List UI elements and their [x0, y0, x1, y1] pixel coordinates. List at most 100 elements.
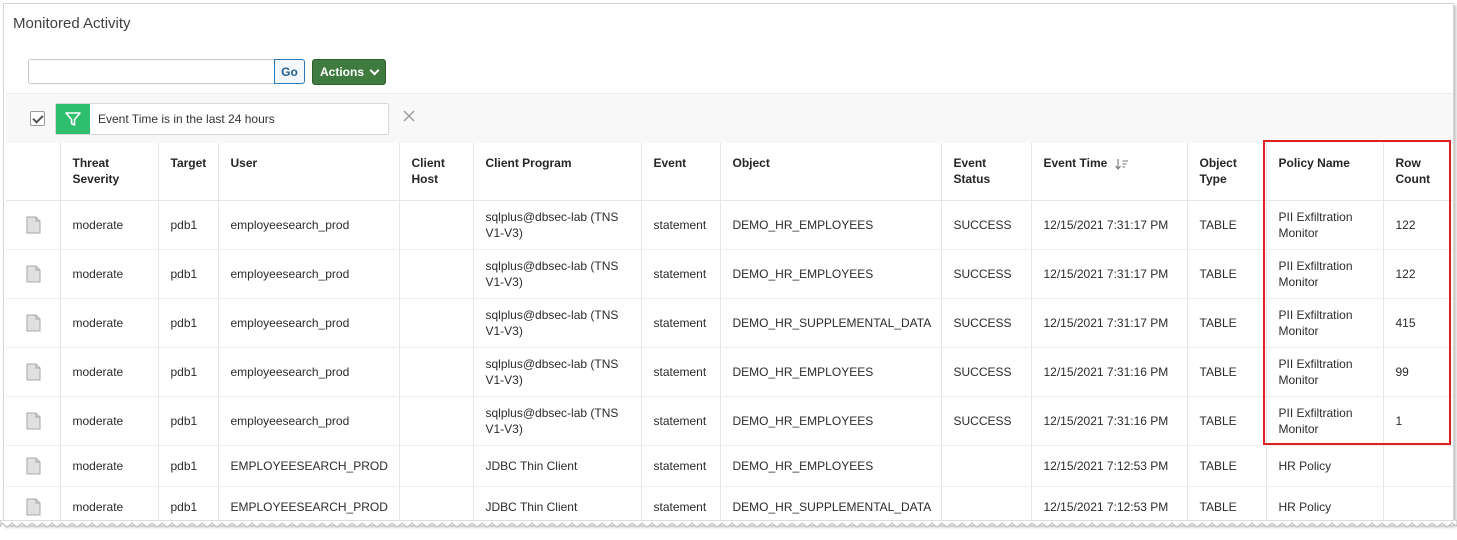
- column-header-object[interactable]: Object: [719, 143, 941, 201]
- column-header-row-count[interactable]: Row Count: [1382, 143, 1453, 201]
- cell-object-type: TABLE: [1186, 249, 1266, 299]
- cell-event-status: SUCCESS: [940, 249, 1031, 299]
- column-header-icon: [6, 143, 60, 201]
- cell-event-status: SUCCESS: [940, 396, 1031, 446]
- document-icon[interactable]: [26, 314, 41, 332]
- search-input[interactable]: [28, 59, 275, 84]
- cell-client-program: sqlplus@dbsec-lab (TNS V1-V3): [472, 396, 641, 446]
- cell-threat-severity: moderate: [59, 445, 158, 487]
- cell-policy-name: HR Policy: [1265, 445, 1383, 487]
- cell-client-host: [398, 298, 473, 348]
- table-row: moderate pdb1 employeesearch_prod sqlplus@d…: [6, 396, 1453, 446]
- cell-policy-name: PII Exfiltration Monitor: [1265, 249, 1383, 299]
- funnel-icon: [56, 104, 90, 134]
- cell-event: statement: [640, 200, 720, 250]
- cell-threat-severity: moderate: [59, 200, 158, 250]
- cell-event-time: 12/15/2021 7:12:53 PM: [1030, 445, 1187, 487]
- header-row: Threat Severity Target User Client Host …: [6, 143, 1453, 201]
- document-icon[interactable]: [26, 457, 41, 475]
- cell-client-program: sqlplus@dbsec-lab (TNS V1-V3): [472, 347, 641, 397]
- cell-policy-name: PII Exfiltration Monitor: [1265, 200, 1383, 250]
- document-icon[interactable]: [26, 265, 41, 283]
- cell-event: statement: [640, 396, 720, 446]
- cell-user: employeesearch_prod: [217, 200, 399, 250]
- cell-object-type: TABLE: [1186, 298, 1266, 348]
- cell-object: DEMO_HR_EMPLOYEES: [719, 200, 941, 250]
- cell-object: DEMO_HR_EMPLOYEES: [719, 396, 941, 446]
- activity-table-wrap: Threat Severity Target User Client Host …: [6, 143, 1453, 525]
- go-button[interactable]: Go: [274, 59, 305, 84]
- monitored-activity-region: Monitored Activity Go Actions Event Time…: [3, 3, 1454, 525]
- filter-chip[interactable]: Event Time is in the last 24 hours: [55, 103, 389, 135]
- sort-descending-icon: [1114, 158, 1128, 170]
- cell-client-program: sqlplus@dbsec-lab (TNS V1-V3): [472, 200, 641, 250]
- cell-row-count: 415: [1382, 298, 1453, 348]
- cell-threat-severity: moderate: [59, 396, 158, 446]
- table-row: moderate pdb1 employeesearch_prod sqlplus@d…: [6, 249, 1453, 299]
- cell-target: pdb1: [157, 396, 218, 446]
- column-header-object-type[interactable]: Object Type: [1186, 143, 1266, 201]
- cell-event: statement: [640, 347, 720, 397]
- cell-row-count: 1: [1382, 396, 1453, 446]
- column-header-user[interactable]: User: [217, 143, 399, 201]
- cell-row-count: 99: [1382, 347, 1453, 397]
- cell-event-time: 12/15/2021 7:31:16 PM: [1030, 396, 1187, 446]
- column-header-client-program[interactable]: Client Program: [472, 143, 641, 201]
- row-detail-cell[interactable]: [6, 347, 60, 397]
- activity-table: Threat Severity Target User Client Host …: [6, 143, 1453, 525]
- cell-object-type: TABLE: [1186, 445, 1266, 487]
- document-icon[interactable]: [26, 412, 41, 430]
- cell-user: employeesearch_prod: [217, 396, 399, 446]
- cell-event-status: [940, 445, 1031, 487]
- cell-object: DEMO_HR_SUPPLEMENTAL_DATA: [719, 298, 941, 348]
- page-title: Monitored Activity: [13, 15, 131, 32]
- row-detail-cell[interactable]: [6, 445, 60, 487]
- table-row: moderate pdb1 EMPLOYEESEARCH_PROD JDBC Thin…: [6, 445, 1453, 487]
- cell-target: pdb1: [157, 249, 218, 299]
- column-header-event-status[interactable]: Event Status: [940, 143, 1031, 201]
- cell-row-count: 122: [1382, 249, 1453, 299]
- cell-event-time: 12/15/2021 7:31:16 PM: [1030, 347, 1187, 397]
- document-icon[interactable]: [26, 216, 41, 234]
- cell-object: DEMO_HR_EMPLOYEES: [719, 347, 941, 397]
- cell-event-time: 12/15/2021 7:31:17 PM: [1030, 249, 1187, 299]
- column-header-event-time[interactable]: Event Time: [1030, 143, 1187, 201]
- row-detail-cell[interactable]: [6, 396, 60, 446]
- cell-row-count: 122: [1382, 200, 1453, 250]
- cell-client-program: sqlplus@dbsec-lab (TNS V1-V3): [472, 298, 641, 348]
- row-detail-cell[interactable]: [6, 298, 60, 348]
- column-header-event[interactable]: Event: [640, 143, 720, 201]
- column-header-policy-name[interactable]: Policy Name: [1265, 143, 1383, 201]
- column-header-threat-severity[interactable]: Threat Severity: [59, 143, 158, 201]
- cell-policy-name: PII Exfiltration Monitor: [1265, 298, 1383, 348]
- actions-label: Actions: [319, 65, 364, 79]
- document-icon[interactable]: [26, 363, 41, 381]
- filter-bar: Event Time is in the last 24 hours: [6, 93, 1453, 143]
- actions-button[interactable]: Actions: [312, 59, 386, 85]
- table-row: moderate pdb1 employeesearch_prod sqlplus@d…: [6, 200, 1453, 250]
- row-detail-cell[interactable]: [6, 200, 60, 250]
- cell-target: pdb1: [157, 347, 218, 397]
- column-header-client-host[interactable]: Client Host: [398, 143, 473, 201]
- column-header-target[interactable]: Target: [157, 143, 218, 201]
- cell-event-status: SUCCESS: [940, 347, 1031, 397]
- table-row: moderate pdb1 employeesearch_prod sqlplus@d…: [6, 298, 1453, 348]
- filter-enable-checkbox[interactable]: [30, 111, 45, 126]
- cell-client-host: [398, 445, 473, 487]
- cell-client-host: [398, 396, 473, 446]
- cell-user: employeesearch_prod: [217, 298, 399, 348]
- close-icon[interactable]: [402, 109, 416, 123]
- cell-user: EMPLOYEESEARCH_PROD: [217, 445, 399, 487]
- cell-object: DEMO_HR_EMPLOYEES: [719, 249, 941, 299]
- row-detail-cell[interactable]: [6, 249, 60, 299]
- cell-event: statement: [640, 298, 720, 348]
- table-row: moderate pdb1 employeesearch_prod sqlplus@d…: [6, 347, 1453, 397]
- cell-object: DEMO_HR_EMPLOYEES: [719, 445, 941, 487]
- cell-client-program: sqlplus@dbsec-lab (TNS V1-V3): [472, 249, 641, 299]
- cell-client-host: [398, 249, 473, 299]
- document-icon[interactable]: [26, 498, 41, 516]
- event-time-header-label: Event Time: [1043, 156, 1108, 170]
- chevron-down-icon: [369, 65, 380, 75]
- cell-event-time: 12/15/2021 7:31:17 PM: [1030, 298, 1187, 348]
- cell-object-type: TABLE: [1186, 396, 1266, 446]
